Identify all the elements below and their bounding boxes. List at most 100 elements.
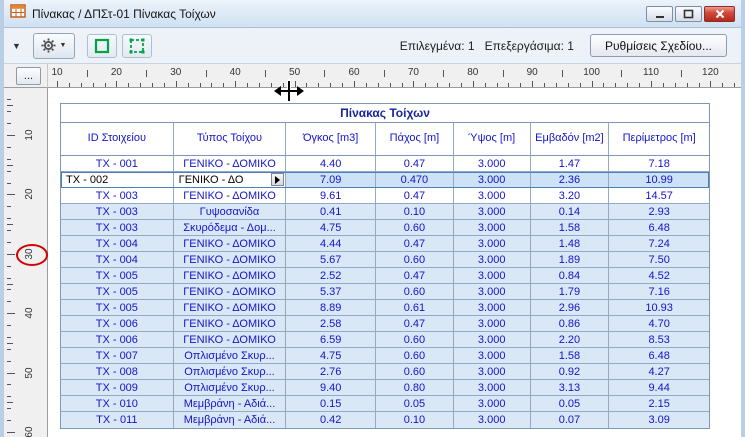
- table-cell[interactable]: 0.05: [376, 396, 454, 411]
- table-cell[interactable]: 3.000: [454, 220, 531, 235]
- table-cell[interactable]: 0.470: [376, 172, 454, 187]
- table-cell[interactable]: ΓΕΝΙΚΟ - ΔΟΜΙΚΟ: [174, 316, 287, 331]
- table-cell[interactable]: 9.44: [609, 380, 709, 395]
- table-cell[interactable]: 2.93: [609, 204, 709, 219]
- table-cell[interactable]: 4.27: [609, 364, 709, 379]
- table-row[interactable]: ΤΧ - 003 Σκυρόδεμα - Δομ... 4.75 0.60 3.000 1…: [61, 220, 709, 236]
- table-row[interactable]: ΤΧ - 007 Οπλισμένο Σκυρ... 4.75 0.60 3.000 1.…: [61, 348, 709, 364]
- table-cell[interactable]: 3.13: [531, 380, 610, 395]
- table-cell[interactable]: 3.000: [454, 284, 531, 299]
- table-cell[interactable]: 0.80: [376, 380, 454, 395]
- table-cell[interactable]: ΤΧ - 003: [61, 220, 174, 235]
- table-cell[interactable]: 3.000: [454, 300, 531, 315]
- table-cell[interactable]: ΓΕΝΙΚΟ - ΔΟΜΙΚΟ: [174, 156, 287, 171]
- table-cell[interactable]: 9.40: [286, 380, 377, 395]
- table-cell[interactable]: 0.10: [376, 204, 454, 219]
- table-cell[interactable]: 0.60: [376, 252, 454, 267]
- table-row[interactable]: ΤΧ - 003 Γυψοσανίδα 0.41 0.10 3.000 0.14 2.93: [61, 204, 709, 220]
- table-cell[interactable]: ΤΧ - 005: [61, 268, 174, 283]
- titlebar[interactable]: Πίνακας / ΔΠΣτ-01 Πίνακας Τοίχων: [4, 0, 741, 28]
- table-cell[interactable]: 1.47: [531, 156, 610, 171]
- table-cell[interactable]: ΤΧ - 010: [61, 396, 174, 411]
- table-cell[interactable]: 6.59: [286, 332, 377, 347]
- table-cell[interactable]: 3.000: [454, 252, 531, 267]
- table-cell[interactable]: 1.79: [531, 284, 610, 299]
- table-row[interactable]: ΤΧ - 009 Οπλισμένο Σκυρ... 9.40 0.80 3.000 3.…: [61, 380, 709, 396]
- table-row[interactable]: ΤΧ - 010 Μεμβράνη - Αδιά... 0.15 0.05 3.000 0…: [61, 396, 709, 412]
- table-cell[interactable]: Οπλισμένο Σκυρ...: [174, 380, 287, 395]
- table-cell[interactable]: ΓΕΝΙΚΟ - ΔΟΜΙΚΟ: [174, 332, 287, 347]
- horizontal-ruler[interactable]: 10 20 30 40 50 60 70 80 90 100 110 120: [48, 64, 741, 88]
- table-cell[interactable]: ΤΧ - 006: [61, 332, 174, 347]
- table-row[interactable]: ΤΧ - 005 ΓΕΝΙΚΟ - ΔΟΜΙΚΟ 2.52 0.47 3.000 0.84…: [61, 268, 709, 284]
- table-cell[interactable]: 0.47: [376, 188, 454, 203]
- table-cell[interactable]: ΓΕΝΙΚΟ - ΔΟΜΙΚΟ: [174, 300, 287, 315]
- table-cell[interactable]: Γυψοσανίδα: [174, 204, 287, 219]
- table-cell[interactable]: 3.000: [454, 268, 531, 283]
- table-cell[interactable]: Οπλισμένο Σκυρ...: [174, 364, 287, 379]
- table-cell[interactable]: 2.15: [609, 396, 709, 411]
- table-cell[interactable]: ΓΕΝΙΚΟ - ΔΟΜΙΚΟ: [174, 188, 287, 203]
- table-cell[interactable]: ΤΧ - 004: [61, 252, 174, 267]
- table-cell[interactable]: 10.93: [609, 300, 709, 315]
- settings-gear-button[interactable]: ▼: [32, 32, 75, 59]
- table-cell[interactable]: 0.60: [376, 332, 454, 347]
- zoom-to-selection-button[interactable]: [121, 33, 152, 58]
- table-cell[interactable]: 0.60: [376, 348, 454, 363]
- table-cell[interactable]: 0.47: [376, 268, 454, 283]
- table-cell[interactable]: 5.37: [286, 284, 377, 299]
- table-row[interactable]: ΤΧ - 005 ΓΕΝΙΚΟ - ΔΟΜΙΚΟ 8.89 0.61 3.000 2.96…: [61, 300, 709, 316]
- table-cell[interactable]: 2.36: [531, 172, 610, 187]
- table-cell[interactable]: 0.86: [531, 316, 610, 331]
- table-cell[interactable]: Μεμβράνη - Αδιά...: [174, 396, 287, 411]
- table-cell[interactable]: ΤΧ - 005: [61, 284, 174, 299]
- table-cell[interactable]: 9.61: [286, 188, 377, 203]
- table-cell[interactable]: ΓΕΝΙΚΟ - ΔΟΜΙΚΟ: [174, 252, 287, 267]
- table-cell[interactable]: ΓΕΝΙΚΟ - ΔΟΜΙΚΟ: [174, 268, 287, 283]
- table-cell[interactable]: 8.89: [286, 300, 377, 315]
- table-row[interactable]: ΤΧ - 002 ΓΕΝΙΚΟ - ΔΟ 7.09 0.470 3.000 2.36 10.…: [61, 172, 709, 188]
- table-cell[interactable]: 3.000: [454, 380, 531, 395]
- table-cell[interactable]: 0.14: [531, 204, 610, 219]
- table-cell[interactable]: 4.70: [609, 316, 709, 331]
- table-row[interactable]: ΤΧ - 008 Οπλισμένο Σκυρ... 2.76 0.60 3.000 0.…: [61, 364, 709, 380]
- table-cell[interactable]: 1.58: [531, 220, 610, 235]
- table-cell[interactable]: 3.000: [454, 172, 531, 187]
- scheme-settings-button[interactable]: Ρυθμίσεις Σχεδίου...: [589, 34, 727, 57]
- select-marquee-button[interactable]: [86, 33, 117, 58]
- table-cell[interactable]: ΤΧ - 006: [61, 316, 174, 331]
- table-cell[interactable]: 7.18: [609, 156, 709, 171]
- table-cell[interactable]: 7.16: [609, 284, 709, 299]
- table-cell[interactable]: 3.000: [454, 316, 531, 331]
- table-cell[interactable]: 4.40: [286, 156, 377, 171]
- table-cell[interactable]: 3.000: [454, 332, 531, 347]
- table-cell[interactable]: 4.75: [286, 220, 377, 235]
- table-cell[interactable]: 0.84: [531, 268, 610, 283]
- table-cell[interactable]: 10.99: [609, 172, 709, 187]
- table-cell[interactable]: ΤΧ - 001: [61, 156, 174, 171]
- table-cell[interactable]: 7.24: [609, 236, 709, 251]
- table-cell[interactable]: 2.96: [531, 300, 610, 315]
- table-cell[interactable]: Μεμβράνη - Αδιά...: [174, 412, 287, 428]
- table-cell[interactable]: ΓΕΝΙΚΟ - ΔΟΜΙΚΟ: [174, 284, 287, 299]
- table-cell[interactable]: 0.10: [376, 412, 454, 428]
- minimize-button[interactable]: [646, 5, 673, 22]
- table-cell[interactable]: 6.48: [609, 220, 709, 235]
- table-cell[interactable]: ΤΧ - 009: [61, 380, 174, 395]
- table-cell[interactable]: 3.000: [454, 156, 531, 171]
- table-cell[interactable]: 0.61: [376, 300, 454, 315]
- table-cell[interactable]: ΓΕΝΙΚΟ - ΔΟΜΙΚΟ: [174, 236, 287, 251]
- table-cell[interactable]: 2.76: [286, 364, 377, 379]
- table-cell[interactable]: 6.48: [609, 348, 709, 363]
- table-cell[interactable]: Οπλισμένο Σκυρ...: [174, 348, 287, 363]
- table-cell[interactable]: 3.000: [454, 396, 531, 411]
- table-cell[interactable]: ΤΧ - 007: [61, 348, 174, 363]
- table-cell[interactable]: 1.58: [531, 348, 610, 363]
- table-cell[interactable]: 0.47: [376, 236, 454, 251]
- table-cell[interactable]: ΤΧ - 008: [61, 364, 174, 379]
- table-cell[interactable]: 3.20: [531, 188, 610, 203]
- table-row[interactable]: ΤΧ - 005 ΓΕΝΙΚΟ - ΔΟΜΙΚΟ 5.37 0.60 3.000 1.79…: [61, 284, 709, 300]
- table-cell[interactable]: 8.53: [609, 332, 709, 347]
- table-cell[interactable]: 0.15: [286, 396, 377, 411]
- table-cell[interactable]: 3.000: [454, 364, 531, 379]
